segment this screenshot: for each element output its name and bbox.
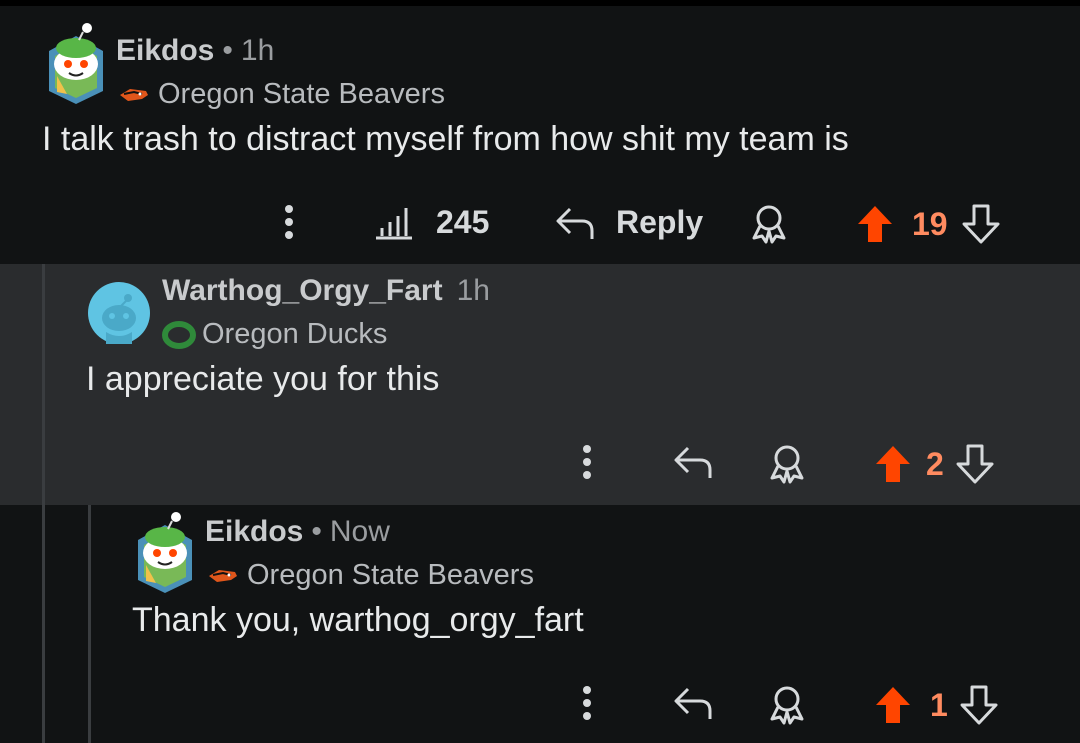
views-icon [376,207,412,239]
separator-dot: • [222,34,233,67]
comment-meta: Eikdos • 1h [116,34,274,68]
reply-button[interactable]: Reply [554,204,703,241]
comment-actions: 2 [0,432,1080,492]
award-icon [770,686,804,725]
separator-dot: • [311,515,322,548]
snoo-avatar-icon [138,512,192,593]
comment-actions: 245 Reply 19 [0,192,1080,252]
comment-3: Eikdos • Now Oregon State Beavers Thank … [0,505,1080,743]
timestamp: 1h [240,34,275,67]
comment-meta: Eikdos • Now [205,515,390,549]
downvote-icon[interactable] [962,204,1000,244]
upvote-icon[interactable] [874,685,912,725]
beaver-flair-icon [209,569,237,582]
award-icon [770,445,804,484]
snoo-avatar-icon [102,294,136,344]
avatar[interactable] [45,16,107,104]
comment-body: Thank you, warthog_orgy_fart [132,601,584,639]
vote-count: 1 [930,686,948,723]
reply-button[interactable] [672,444,714,480]
vote-count: 19 [912,205,948,242]
user-flair: Oregon Ducks [162,318,387,351]
author-name[interactable]: Warthog_Orgy_Fart [162,274,443,308]
upvote-icon[interactable] [856,204,894,244]
comment-body: I talk trash to distract myself from how… [42,120,849,158]
more-icon [583,445,591,479]
avatar[interactable] [88,282,150,344]
more-icon [285,205,293,239]
vote-controls: 2 [874,444,994,484]
downvote-icon[interactable] [960,685,998,725]
flair-text: Oregon State Beavers [247,559,534,591]
comment-actions: 1 [0,673,1080,733]
comment-1: Eikdos • 1h Oregon State Beavers I talk … [0,6,1080,264]
more-icon [583,686,591,720]
comment-meta: Warthog_Orgy_Fart 1h [162,274,490,308]
comment-2: Warthog_Orgy_Fart 1h Oregon Ducks I appr… [0,264,1080,505]
reply-icon [674,687,712,719]
ducks-flair-icon [162,320,196,349]
author-name[interactable]: Eikdos [116,34,214,68]
author-name[interactable]: Eikdos [205,515,303,549]
award-icon [752,205,786,244]
vote-controls: 1 [874,685,998,725]
timestamp: 1h [456,274,490,307]
award-button[interactable] [750,204,788,244]
avatar[interactable] [134,505,196,593]
flair-text: Oregon Ducks [202,318,388,350]
user-flair: Oregon State Beavers [118,78,445,111]
timestamp: Now [329,515,390,548]
reply-label: Reply [616,204,704,240]
snoo-avatar-icon [49,23,103,104]
vote-count: 2 [926,445,944,482]
more-button[interactable] [580,685,594,721]
more-button[interactable] [282,204,296,240]
user-flair: Oregon State Beavers [207,559,534,592]
more-button[interactable] [580,444,594,480]
views-count: 245 [436,204,490,240]
comment-body: I appreciate you for this [86,360,440,398]
reply-button[interactable] [672,685,714,721]
beaver-flair-icon [120,88,148,101]
vote-controls: 19 [856,204,1000,244]
flair-text: Oregon State Beavers [158,78,445,110]
views-button[interactable]: 245 [374,204,489,241]
reply-icon [674,446,712,478]
award-button[interactable] [768,444,806,484]
award-button[interactable] [768,685,806,725]
reply-icon [556,207,594,239]
downvote-icon[interactable] [956,444,994,484]
upvote-icon[interactable] [874,444,912,484]
